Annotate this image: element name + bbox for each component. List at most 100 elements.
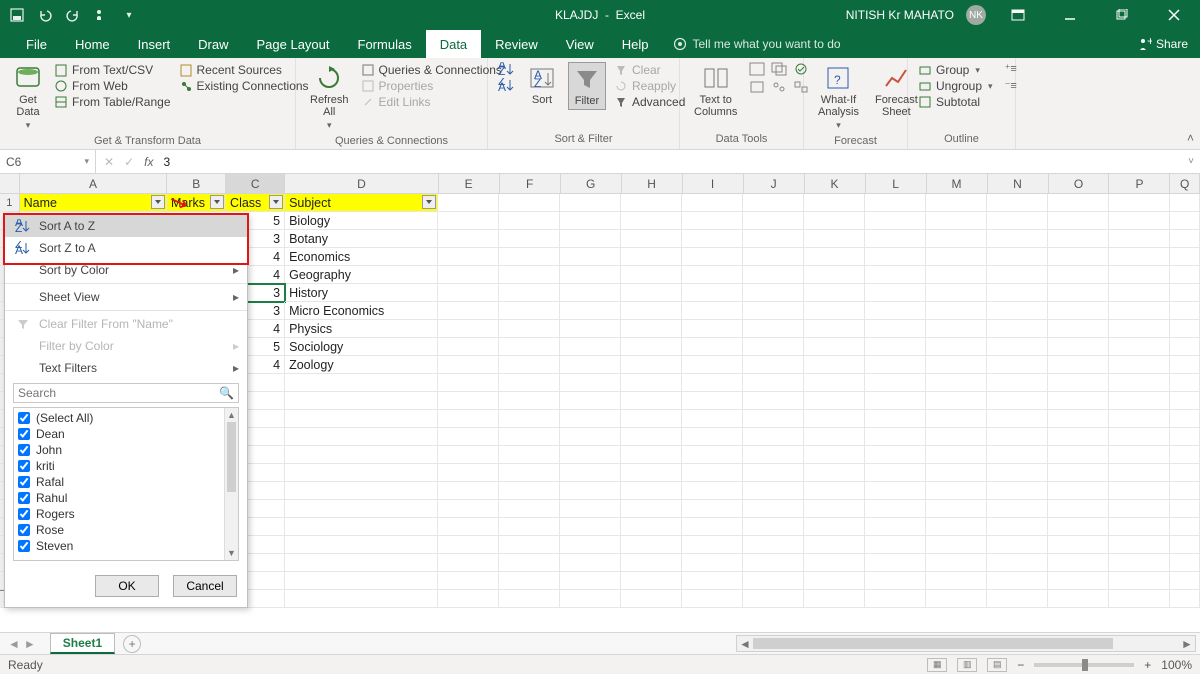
cell[interactable]	[682, 446, 743, 464]
column-header-I[interactable]: I	[683, 174, 744, 193]
queries-connections[interactable]: Queries & Connections	[361, 62, 502, 78]
filter-dropdown-button[interactable]	[269, 195, 283, 209]
from-web[interactable]: From Web	[54, 78, 171, 94]
cell[interactable]	[926, 392, 987, 410]
cell[interactable]	[1109, 266, 1170, 284]
cell[interactable]	[1048, 230, 1109, 248]
cell[interactable]	[1170, 266, 1200, 284]
column-header-D[interactable]: D	[285, 174, 438, 193]
cell[interactable]	[1048, 428, 1109, 446]
cell[interactable]	[743, 428, 804, 446]
cell[interactable]	[987, 194, 1048, 212]
cell[interactable]	[743, 392, 804, 410]
cell[interactable]	[560, 356, 621, 374]
filter-item[interactable]: Rafal	[18, 474, 234, 490]
text-filters[interactable]: Text Filters▸	[5, 357, 247, 379]
cell[interactable]	[865, 320, 926, 338]
column-header-K[interactable]: K	[805, 174, 866, 193]
column-header-P[interactable]: P	[1109, 174, 1170, 193]
cell[interactable]	[499, 482, 560, 500]
column-header-N[interactable]: N	[988, 174, 1049, 193]
cell[interactable]	[743, 500, 804, 518]
qat-more-icon[interactable]: ▾	[120, 6, 138, 24]
cell[interactable]	[621, 194, 682, 212]
cell[interactable]	[987, 446, 1048, 464]
existing-connections[interactable]: Existing Connections	[179, 78, 309, 94]
cell[interactable]	[621, 266, 682, 284]
cell[interactable]	[804, 518, 865, 536]
cell[interactable]	[743, 248, 804, 266]
cell[interactable]	[438, 446, 499, 464]
sort-z-to-a[interactable]: ZA Sort Z to A	[5, 237, 247, 259]
cell[interactable]	[804, 266, 865, 284]
cell[interactable]	[682, 428, 743, 446]
cell[interactable]	[285, 392, 438, 410]
cell[interactable]	[438, 248, 499, 266]
cell[interactable]	[926, 446, 987, 464]
cell[interactable]	[438, 464, 499, 482]
cell[interactable]	[682, 194, 743, 212]
cell[interactable]	[499, 302, 560, 320]
touch-mode-icon[interactable]	[92, 6, 110, 24]
cell[interactable]	[987, 410, 1048, 428]
cell[interactable]	[926, 320, 987, 338]
tab-data[interactable]: Data	[426, 30, 481, 58]
cell[interactable]	[987, 500, 1048, 518]
relationships-icon[interactable]	[771, 80, 789, 94]
expand-formula-bar-icon[interactable]: ˅	[1188, 156, 1194, 167]
close-button[interactable]	[1154, 0, 1194, 30]
cell[interactable]	[987, 248, 1048, 266]
cell[interactable]	[621, 248, 682, 266]
cell[interactable]	[743, 572, 804, 590]
zoom-level[interactable]: 100%	[1161, 658, 1192, 672]
cell[interactable]	[987, 428, 1048, 446]
cell[interactable]	[804, 212, 865, 230]
cell[interactable]	[560, 248, 621, 266]
cell[interactable]	[743, 284, 804, 302]
cell[interactable]	[621, 482, 682, 500]
filter-dropdown-button[interactable]	[422, 195, 436, 209]
cell[interactable]	[865, 194, 926, 212]
cell[interactable]	[499, 320, 560, 338]
cell[interactable]	[743, 410, 804, 428]
cell[interactable]	[560, 266, 621, 284]
cell[interactable]	[682, 554, 743, 572]
cell[interactable]	[682, 464, 743, 482]
cell[interactable]	[438, 500, 499, 518]
cell[interactable]	[1109, 554, 1170, 572]
remove-duplicates-icon[interactable]	[771, 62, 789, 76]
cell[interactable]	[926, 482, 987, 500]
column-header-B[interactable]: B	[167, 174, 226, 193]
cell[interactable]	[438, 482, 499, 500]
cell[interactable]	[1048, 500, 1109, 518]
filter-checkbox[interactable]	[18, 540, 30, 552]
cell[interactable]	[1170, 572, 1200, 590]
tab-insert[interactable]: Insert	[124, 30, 185, 58]
cell[interactable]: Physics	[285, 320, 438, 338]
ungroup-button[interactable]: Ungroup ▾	[918, 78, 993, 94]
cell[interactable]	[499, 356, 560, 374]
cell[interactable]	[438, 554, 499, 572]
group-button[interactable]: Group ▾	[918, 62, 993, 78]
cell[interactable]	[1170, 194, 1200, 212]
flash-fill-icon[interactable]	[749, 62, 767, 76]
cell[interactable]	[1170, 482, 1200, 500]
cell[interactable]	[1048, 374, 1109, 392]
cell[interactable]	[926, 302, 987, 320]
cell[interactable]	[285, 590, 438, 608]
cell[interactable]	[438, 212, 499, 230]
cell[interactable]	[499, 572, 560, 590]
cell[interactable]	[1048, 482, 1109, 500]
cell[interactable]	[743, 590, 804, 608]
column-header-Q[interactable]: Q	[1170, 174, 1200, 193]
cell[interactable]	[682, 536, 743, 554]
cell[interactable]: Subject	[285, 194, 438, 212]
cell[interactable]	[438, 572, 499, 590]
cell[interactable]	[499, 374, 560, 392]
tab-help[interactable]: Help	[608, 30, 663, 58]
column-header-H[interactable]: H	[622, 174, 683, 193]
cell[interactable]	[743, 356, 804, 374]
cell[interactable]	[1109, 518, 1170, 536]
cell[interactable]	[865, 284, 926, 302]
cell[interactable]	[926, 518, 987, 536]
